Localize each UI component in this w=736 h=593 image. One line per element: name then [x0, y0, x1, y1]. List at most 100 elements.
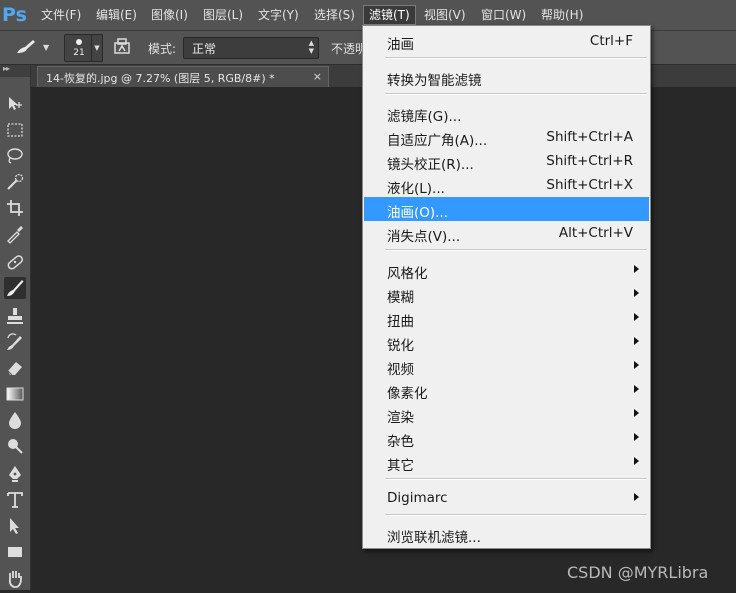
menu-item-lens-correction[interactable]: 镜头校正(R)... Shift+Ctrl+R: [364, 149, 649, 173]
path-selection-tool-icon[interactable]: [4, 515, 26, 537]
menu-separator: [385, 93, 647, 95]
menu-separator: [385, 57, 647, 59]
menu-edit[interactable]: 编辑(E): [91, 6, 142, 24]
submenu-arrow-icon: [634, 409, 639, 417]
brush-tool-selected-icon[interactable]: [4, 277, 26, 299]
submenu-arrow-icon: [634, 337, 639, 345]
menu-item-filter-gallery[interactable]: 滤镜库(G)...: [364, 101, 649, 125]
submenu-arrow-icon: [634, 313, 639, 321]
menu-item-label: 扭曲: [387, 314, 414, 330]
menu-view[interactable]: 视图(V): [419, 6, 471, 24]
menu-item-vanishing-point[interactable]: 消失点(V)... Alt+Ctrl+V: [364, 221, 649, 245]
mode-label: 模式:: [148, 42, 177, 56]
menu-layer[interactable]: 图层(L): [198, 6, 248, 24]
menu-item-stylize[interactable]: 风格化: [364, 258, 649, 282]
menu-item-liquify[interactable]: 液化(L)... Shift+Ctrl+X: [364, 173, 649, 197]
menu-item-label: 浏览联机滤镜...: [387, 530, 481, 546]
menu-item-label: 杂色: [387, 434, 414, 450]
menu-item-shortcut: Alt+Ctrl+V: [558, 225, 633, 241]
menu-item-label: 转换为智能滤镜: [387, 73, 482, 89]
blur-tool-icon[interactable]: [4, 409, 26, 431]
menu-item-label: 自适应广角(A)...: [387, 133, 488, 149]
menu-item-label: 视频: [387, 362, 414, 378]
photoshop-logo: Ps: [2, 4, 27, 26]
filter-menu-dropdown: 油画 Ctrl+F 转换为智能滤镜 滤镜库(G)... 自适应广角(A)... …: [362, 25, 651, 549]
menu-type[interactable]: 文字(Y): [253, 6, 304, 24]
blend-mode-select[interactable]: 正常 ▲ ▼: [183, 37, 319, 59]
menu-image[interactable]: 图像(I): [146, 6, 193, 24]
crop-tool-icon[interactable]: [4, 197, 26, 219]
menu-item-label: 渲染: [387, 410, 414, 426]
submenu-arrow-icon: [634, 289, 639, 297]
menu-item-video[interactable]: 视频: [364, 354, 649, 378]
menu-item-label: 油画(O)...: [387, 205, 449, 221]
brush-preset-chevron-icon[interactable]: ▼: [91, 34, 103, 62]
submenu-arrow-icon: [634, 433, 639, 441]
select-spinner-icon: ▲ ▼: [308, 39, 314, 55]
eyedropper-tool-icon[interactable]: [4, 223, 26, 245]
menu-item-browse-filters-online[interactable]: 浏览联机滤镜...: [364, 522, 649, 546]
submenu-arrow-icon: [634, 361, 639, 369]
menu-item-digimarc[interactable]: Digimarc: [364, 486, 649, 510]
blend-mode-value: 正常: [192, 42, 217, 56]
menu-item-other[interactable]: 其它: [364, 450, 649, 474]
menu-item-distort[interactable]: 扭曲: [364, 306, 649, 330]
menu-filter[interactable]: 滤镜(T): [363, 5, 416, 25]
menu-separator: [385, 249, 647, 251]
menu-item-convert-smart-filters[interactable]: 转换为智能滤镜: [364, 65, 649, 89]
move-tool-icon[interactable]: [4, 93, 26, 115]
healing-brush-tool-icon[interactable]: [4, 251, 26, 273]
menu-file[interactable]: 文件(F): [36, 6, 86, 24]
menu-help[interactable]: 帮助(H): [536, 6, 588, 24]
collapse-icon: ▸▸: [3, 64, 10, 73]
brush-tool-icon[interactable]: [14, 38, 42, 56]
history-brush-tool-icon[interactable]: [4, 331, 26, 353]
menu-item-render[interactable]: 渲染: [364, 402, 649, 426]
brush-tip-icon: [76, 39, 82, 45]
menu-item-label: 风格化: [387, 266, 428, 282]
menu-item-pixelate[interactable]: 像素化: [364, 378, 649, 402]
eraser-tool-icon[interactable]: [4, 357, 26, 379]
menu-item-blur[interactable]: 模糊: [364, 282, 649, 306]
close-tab-icon[interactable]: ×: [313, 70, 322, 83]
menu-item-label: 液化(L)...: [387, 181, 445, 197]
menu-window[interactable]: 窗口(W): [476, 6, 531, 24]
tools-panel: ▸▸: [0, 64, 31, 590]
brush-preset-picker[interactable]: 21: [64, 34, 94, 62]
clone-stamp-tool-icon[interactable]: [4, 305, 26, 327]
document-tab-title: 14-恢复的.jpg @ 7.27% (图层 5, RGB/8#) *: [46, 72, 275, 85]
menu-item-shortcut: Ctrl+F: [589, 33, 633, 49]
submenu-arrow-icon: [634, 493, 639, 501]
rectangle-tool-icon[interactable]: [4, 541, 26, 563]
document-tab[interactable]: 14-恢复的.jpg @ 7.27% (图层 5, RGB/8#) * ×: [37, 66, 329, 88]
menu-item-sharpen[interactable]: 锐化: [364, 330, 649, 354]
menu-item-label: 消失点(V)...: [387, 229, 461, 245]
tools-panel-header[interactable]: ▸▸: [0, 64, 30, 77]
menu-item-oil-paint[interactable]: 油画(O)...: [364, 197, 649, 221]
gradient-tool-icon[interactable]: [4, 383, 26, 405]
menu-item-shortcut: Shift+Ctrl+A: [546, 129, 633, 145]
quick-selection-tool-icon[interactable]: [4, 171, 26, 193]
menu-item-noise[interactable]: 杂色: [364, 426, 649, 450]
submenu-arrow-icon: [634, 457, 639, 465]
brush-panel-toggle-icon[interactable]: [112, 37, 132, 57]
lasso-tool-icon[interactable]: [4, 145, 26, 167]
menu-select[interactable]: 选择(S): [309, 6, 360, 24]
dodge-tool-icon[interactable]: [4, 435, 26, 457]
submenu-arrow-icon: [634, 265, 639, 273]
menu-item-label: 像素化: [387, 386, 428, 402]
menu-item-last-filter[interactable]: 油画 Ctrl+F: [364, 29, 649, 53]
menu-item-label: 其它: [387, 458, 414, 474]
pen-tool-icon[interactable]: [4, 463, 26, 485]
menu-item-label: 锐化: [387, 338, 414, 354]
menu-item-adaptive-wide-angle[interactable]: 自适应广角(A)... Shift+Ctrl+A: [364, 125, 649, 149]
watermark: CSDN @MYRLibra: [567, 563, 709, 582]
menu-item-label: 模糊: [387, 290, 414, 306]
marquee-tool-icon[interactable]: [4, 119, 26, 141]
tool-preset-chevron-icon[interactable]: ▼: [43, 43, 49, 52]
menu-separator: [385, 514, 647, 516]
hand-tool-icon[interactable]: [4, 567, 26, 589]
menu-item-label: 油画: [387, 37, 414, 53]
type-tool-icon[interactable]: [4, 489, 26, 511]
brush-size-value: 21: [73, 48, 85, 58]
